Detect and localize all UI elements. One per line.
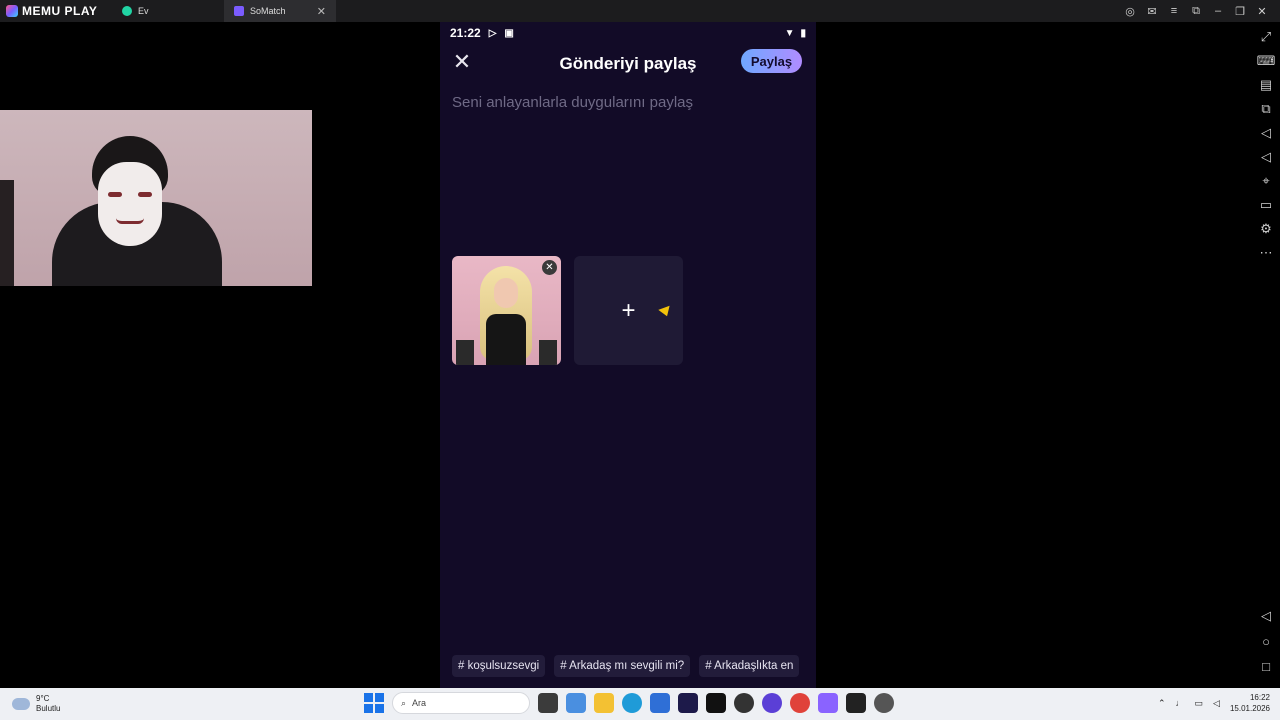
chevron-up-icon[interactable]: ⌃ [1158,698,1166,709]
emulator-titlebar: MEMU PLAY Ev SoMatch ✕ ◎ ✉ ≡ ⧉ – ❐ ✕ [0,0,1280,22]
app-tab-icon [234,6,244,16]
app-icon[interactable] [762,693,782,713]
keyboard-icon[interactable]: ⌨ [1257,52,1276,70]
phone-screen: 21:22 ▷ ▣ ▼ ▮ ✕ Gönderiyi paylaş Paylaş … [440,22,816,688]
webcam-overlay [0,110,312,286]
tab-label: Ev [138,6,149,16]
home-icon[interactable]: ○ [1262,634,1270,649]
task-view-icon[interactable] [538,693,558,713]
settings-app-icon[interactable] [874,693,894,713]
file-explorer-icon[interactable] [594,693,614,713]
more-icon[interactable]: ⋯ [1260,244,1273,262]
tab-label: SoMatch [250,6,286,16]
memu-logo-icon [6,5,18,17]
menu-icon[interactable]: ≡ [1168,5,1180,17]
system-tray: ⌃ ♩ ▭ ◁ 16:22 15.01.2026 [1158,692,1270,714]
restore-icon[interactable]: ❐ [1234,5,1246,18]
emulator-sidebar: ⤢ ⌨ ▤ ⧉ ◁ ◁ ⌖ ▭ ⚙ ⋯ ◁ ○ □ [1252,22,1280,688]
hashtag-chip[interactable]: # Arkadaşlıkta en [699,655,800,677]
multi-window-icon[interactable]: ⧉ [1261,100,1270,118]
clock-time: 16:22 [1249,693,1270,702]
status-time: 21:22 [450,26,481,40]
location-icon[interactable]: ⌖ [1262,172,1269,190]
back-icon[interactable]: ◁ [1261,608,1271,624]
android-statusbar: 21:22 ▷ ▣ ▼ ▮ [440,24,816,42]
settings-icon[interactable]: ⚙ [1260,220,1272,238]
photo-face [494,278,518,308]
terminal-icon[interactable] [846,693,866,713]
apk-icon[interactable]: ▤ [1260,76,1272,94]
guy-fawkes-mask [98,162,162,246]
mask-mouth [116,218,144,224]
photo-chair [539,340,557,365]
brand-label: MEMU PLAY [22,4,98,18]
tab-somatch[interactable]: SoMatch ✕ [224,0,336,22]
close-icon[interactable]: ✕ [452,50,472,74]
weather-condition: Bulutlu [36,704,61,713]
hashtag-suggestions: # koşulsuzsevgi # Arkadaş mı sevgili mi?… [452,655,800,677]
mail-icon[interactable]: ✉ [1146,5,1158,18]
taskbar-search[interactable]: ⌕ Ara [392,692,530,714]
mask-eye [108,192,122,197]
mask-eye [138,192,152,197]
recents-icon[interactable]: □ [1262,659,1270,674]
account-icon[interactable]: ◎ [1124,5,1136,18]
battery-icon: ▮ [800,27,806,39]
folder-icon[interactable]: ▭ [1260,196,1272,214]
tab-ev[interactable]: Ev [112,0,224,22]
play-store-icon: ▷ [488,27,497,39]
premiere-icon[interactable] [678,693,698,713]
volume-up-icon[interactable]: ◁ [1261,124,1271,142]
chrome-icon[interactable] [790,693,810,713]
widgets-icon[interactable] [566,693,586,713]
page-title: Gönderiyi paylaş [559,54,697,73]
memu-logo: MEMU PLAY [0,0,112,22]
taskbar-apps: ⌕ Ara [364,692,894,714]
compose-header: ✕ Gönderiyi paylaş Paylaş [440,46,816,82]
search-placeholder: Ara [412,698,427,708]
capcut-icon[interactable] [706,693,726,713]
microphone-icon[interactable]: ♩ [1176,698,1185,708]
attached-photo[interactable]: ✕ [452,256,561,365]
minimize-icon[interactable]: – [1212,5,1224,17]
wifi-icon: ▼ [784,27,795,39]
windows-taskbar: 9°C Bulutlu ⌕ Ara ⌃ ♩ ▭ ◁ 16:22 15.01.20… [0,688,1280,720]
photo-outfit [486,314,526,365]
window-controls: ◎ ✉ ≡ ⧉ – ❐ ✕ [1124,5,1280,18]
memu-icon[interactable] [818,693,838,713]
post-text-input[interactable] [452,94,802,234]
photo-chair [456,340,474,365]
media-row: ✕ + [452,256,683,365]
speaker-icon[interactable]: ◁ [1213,698,1220,709]
network-icon[interactable]: ▭ [1195,698,1204,709]
search-icon: ⌕ [401,697,407,708]
cloud-icon [12,698,30,710]
hashtag-chip[interactable]: # Arkadaş mı sevgili mi? [554,655,691,677]
close-window-icon[interactable]: ✕ [1256,5,1268,18]
windows-start-icon[interactable] [364,693,384,713]
clock-date: 15.01.2026 [1229,704,1270,713]
edge-icon[interactable] [622,693,642,713]
volume-down-icon[interactable]: ◁ [1261,148,1271,166]
share-button[interactable]: Paylaş [741,49,802,73]
android-nav: ◁ ○ □ [1261,608,1271,674]
notification-icon: ▣ [504,27,514,39]
hashtag-chip[interactable]: # koşulsuzsevgi [452,655,546,677]
remove-photo-icon[interactable]: ✕ [542,260,557,275]
obs-icon[interactable] [734,693,754,713]
store-icon[interactable] [650,693,670,713]
taskbar-clock[interactable]: 16:22 15.01.2026 [1230,692,1270,714]
weather-widget[interactable]: 9°C Bulutlu [0,694,150,714]
screen-icon[interactable]: ⧉ [1190,5,1202,18]
weather-temp: 9°C [36,694,50,703]
fullscreen-icon[interactable]: ⤢ [1261,28,1271,46]
chair [0,180,14,286]
home-tab-icon [122,6,132,16]
close-tab-icon[interactable]: ✕ [317,5,326,18]
